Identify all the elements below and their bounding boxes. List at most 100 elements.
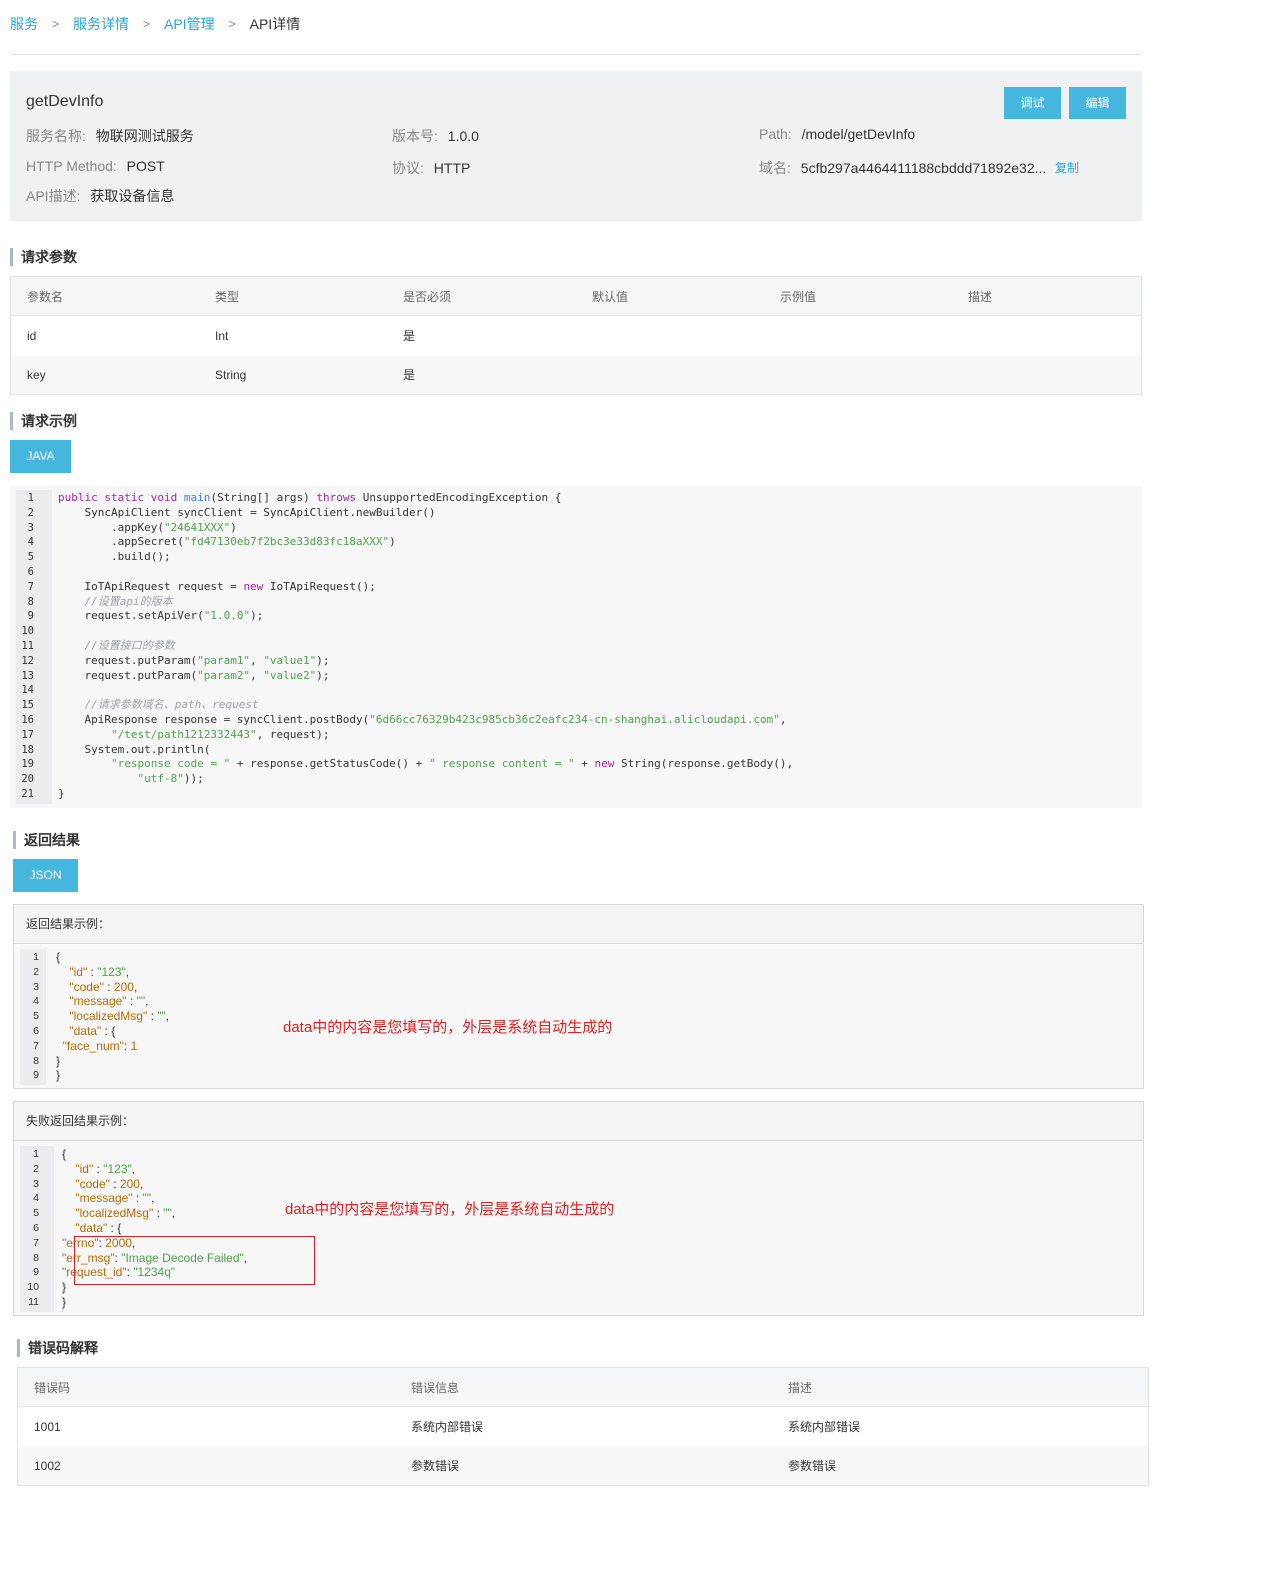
service-name-value: 物联网测试服务 (95, 128, 194, 144)
line-number: 20 (21, 773, 34, 786)
column-header: 示例值 (780, 289, 817, 304)
line-number: 16 (21, 714, 34, 726)
line-number: 4 (27, 536, 34, 549)
code-line: ApiResponse response = syncClient.postBo… (58, 713, 787, 726)
code-line: { (62, 1147, 67, 1161)
column-header: 参数名 (27, 289, 64, 304)
line-number: 9 (33, 1266, 39, 1279)
path-field: Path: /model/getDevInfo (759, 126, 915, 142)
code-line: } (62, 1280, 67, 1295)
column-header: 错误码 (34, 1380, 71, 1395)
line-number: 1 (33, 951, 39, 963)
api-desc-label: API描述: (26, 188, 81, 204)
line-number: 6 (33, 1222, 39, 1234)
code-line: { (56, 950, 61, 964)
code-line: request.putParam("param2", "value2"); (58, 668, 330, 682)
code-line: IoTApiRequest request = new IoTApiReques… (58, 579, 376, 593)
line-number: 8 (33, 1251, 39, 1264)
breadcrumb-separator: > (52, 17, 60, 31)
version-value: 1.0.0 (447, 128, 479, 144)
line-number: 2 (27, 506, 34, 519)
code-line: //设置api的版本 (84, 594, 173, 608)
domain-field: 域名: 5cfb297a4464411188cbddd71892e32... (759, 158, 1046, 178)
code-line: } (62, 1295, 67, 1309)
debug-button[interactable]: 调试 (1004, 87, 1061, 119)
table-cell: String (215, 367, 247, 382)
column-header: 描述 (968, 289, 993, 304)
code-line: } (56, 1068, 61, 1083)
json-tab[interactable]: JSON (13, 859, 78, 892)
column-header: 是否必须 (403, 289, 452, 304)
table-cell: id (27, 328, 37, 343)
code-line: "code" : 200, (69, 979, 138, 994)
code-line: "id" : "123", (75, 1161, 136, 1176)
protocol-value: HTTP (433, 160, 471, 176)
line-number: 2 (33, 1162, 39, 1175)
table-cell: 系统内部错误 (411, 1420, 484, 1434)
column-header: 错误信息 (411, 1380, 460, 1395)
code-line: request.setApiVer("1.0.0"); (58, 609, 264, 623)
domain-value: 5cfb297a4464411188cbddd71892e32... (800, 160, 1047, 176)
table-row: 1001 系统内部错误 系统内部错误 (18, 1407, 1148, 1446)
http-method-label: HTTP Method: (26, 158, 117, 174)
line-number: 17 (21, 728, 34, 741)
line-number: 1 (27, 492, 34, 504)
table-cell: Int (215, 328, 229, 343)
breadcrumb-service[interactable]: 服务 (10, 14, 38, 34)
line-number: 12 (21, 654, 34, 667)
http-method-field: HTTP Method: POST (26, 158, 165, 174)
table-cell: 参数错误 (411, 1459, 460, 1473)
service-name-label: 服务名称: (26, 128, 86, 144)
highlight-box (74, 1236, 315, 1285)
success-result-box: 返回结果示例： 1 {2 "id" : "123", 3 "code" : 200,… (13, 904, 1144, 1089)
code-line: "/test/path1212332443", request); (110, 727, 330, 741)
fail-code-block: 1 {2 "id" : "123", 3 "code" : 200, 4 "messa… (14, 1142, 1143, 1315)
line-number: 3 (33, 1177, 39, 1190)
line-number: 7 (33, 1236, 39, 1249)
line-number: 5 (33, 1207, 39, 1220)
success-code-block: 1 {2 "id" : "123", 3 "code" : 200, 4 "messa… (14, 945, 1143, 1088)
code-line: } (58, 787, 65, 800)
code-line: "code" : 200, (75, 1176, 144, 1191)
table-cell: 1002 (34, 1458, 61, 1473)
protocol-label: 协议: (392, 160, 424, 176)
code-line: public static void main(String[] args) t… (58, 491, 562, 504)
error-codes-title: 错误码解释 (17, 1339, 98, 1357)
table-cell: 系统内部错误 (788, 1420, 861, 1434)
column-header: 默认值 (592, 289, 629, 304)
success-result-title: 返回结果示例： (14, 905, 1143, 944)
request-params-title: 请求参数 (10, 248, 77, 266)
edit-button[interactable]: 编辑 (1069, 87, 1126, 119)
annotation-text: data中的内容是您填写的，外层是系统自动生成的 (285, 1201, 615, 1218)
line-number: 5 (27, 551, 34, 564)
table-header: 错误码 错误信息 描述 (18, 1368, 1148, 1407)
fail-result-box: 失败返回结果示例： 1 {2 "id" : "123", 3 "code" : 20… (13, 1101, 1144, 1316)
breadcrumb-separator: > (228, 17, 236, 31)
version-field: 版本号: 1.0.0 (392, 126, 479, 146)
breadcrumb-api-management[interactable]: API管理 (164, 14, 215, 34)
code-line: //设置接口的参数 (84, 639, 175, 652)
line-number: 7 (27, 580, 34, 593)
api-desc-value: 获取设备信息 (90, 188, 175, 204)
path-label: Path: (759, 126, 792, 142)
line-number: 4 (33, 995, 39, 1008)
line-number: 15 (21, 699, 34, 712)
java-tab[interactable]: JAVA (10, 440, 71, 473)
path-value: /model/getDevInfo (801, 126, 916, 142)
code-line: "face_num": 1 (62, 1038, 138, 1053)
copy-domain-link[interactable]: 复制 (1055, 159, 1079, 176)
code-line: request.putParam("param1", "value1"); (58, 653, 330, 667)
line-number: 10 (21, 625, 34, 638)
line-number: 21 (21, 788, 34, 800)
table-cell: 是 (403, 368, 416, 382)
code-line: "data" : { (75, 1221, 122, 1235)
fail-result-title: 失败返回结果示例： (14, 1102, 1143, 1141)
domain-label: 域名: (759, 160, 791, 176)
request-params-table: 参数名 类型 是否必须 默认值 示例值 描述 id Int 是 key Stri… (10, 276, 1142, 395)
line-number: 7 (33, 1039, 39, 1052)
code-line: "localizedMsg" : "", (75, 1206, 176, 1221)
line-number: 11 (28, 1296, 39, 1308)
breadcrumb-service-detail[interactable]: 服务详情 (73, 14, 129, 34)
code-line: //请求参数域名、path、request (84, 698, 259, 712)
line-number: 6 (33, 1025, 39, 1037)
